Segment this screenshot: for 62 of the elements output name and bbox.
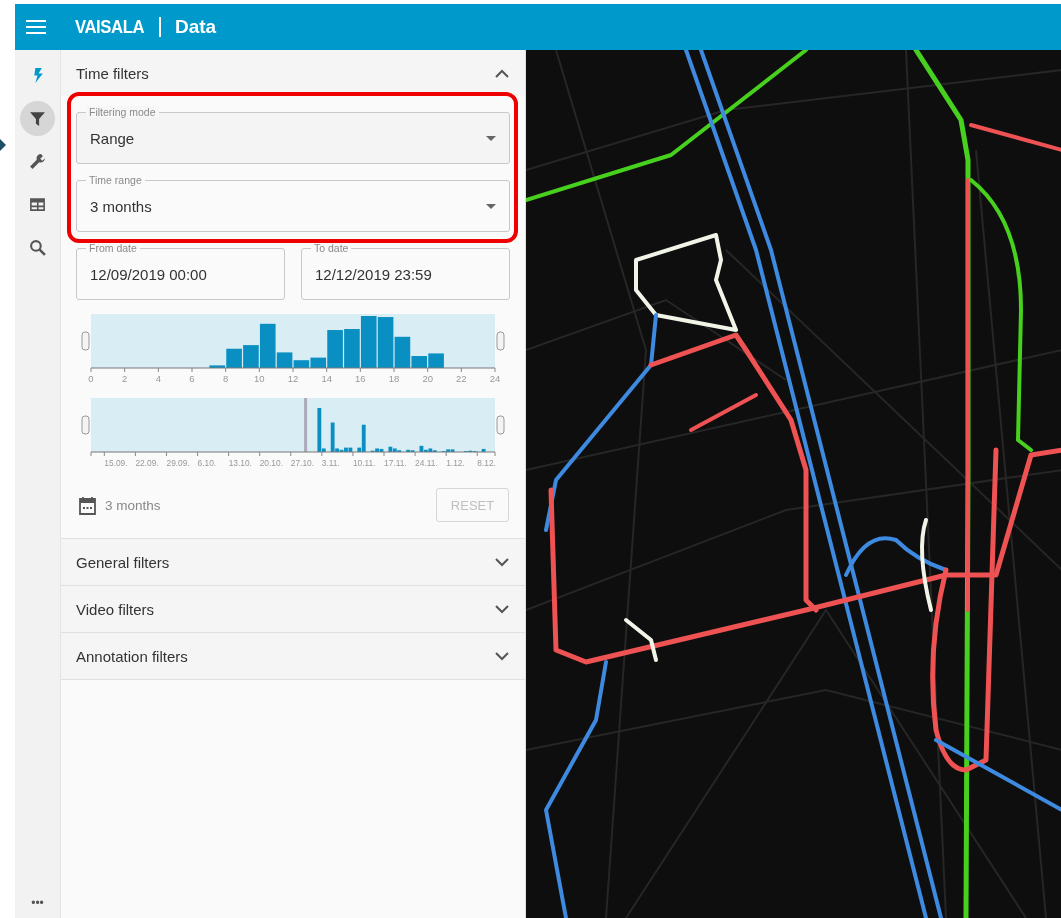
range-marker [304, 398, 308, 452]
axis-label: 22.09. [135, 458, 159, 468]
dropdown-icon [486, 136, 496, 141]
axis-label: 20 [422, 373, 433, 384]
field-label: Filtering mode [86, 106, 159, 118]
axis-label: 1.12. [446, 458, 465, 468]
axis-label: 6 [189, 373, 195, 384]
calendar-icon [79, 495, 96, 515]
pointer-arrow [0, 139, 6, 151]
axis-label: 15.09. [104, 458, 128, 468]
route-map-drawing[interactable] [526, 50, 1061, 918]
range-handle[interactable] [496, 415, 505, 435]
axis-label: 13.10. [228, 458, 252, 468]
axis-label: 10 [254, 373, 265, 384]
axis-label: 22 [456, 373, 467, 384]
axis-label: 16 [355, 373, 366, 384]
field-value: 3 months [90, 197, 152, 215]
axis-label: 10.11. [352, 458, 376, 468]
dropdown-icon [486, 204, 496, 209]
axis-label: 17.11. [384, 458, 407, 468]
axis-label: 24.11. [415, 458, 438, 468]
field-value: 12/09/2019 00:00 [90, 265, 207, 283]
search-icon [29, 239, 46, 256]
chevron-down-icon [495, 604, 509, 614]
menu-icon[interactable] [26, 19, 46, 35]
axis-label: 4 [155, 373, 161, 384]
axis-label: 14 [321, 373, 332, 384]
range-handle[interactable] [81, 415, 90, 435]
chevron-down-icon [495, 557, 509, 567]
range-handle[interactable] [496, 331, 505, 351]
range-summary: 3 months [105, 497, 161, 513]
section-header[interactable]: Annotation filters [61, 633, 525, 679]
table-icon [29, 196, 46, 213]
sidebar-item[interactable] [20, 101, 55, 136]
axis-label: 27.10. [290, 458, 315, 468]
axis-label: 6.10. [197, 458, 217, 468]
section-header[interactable]: Video filters [61, 586, 525, 632]
wrench-icon [29, 153, 46, 170]
axis-label: 24 [489, 373, 501, 384]
axis-label: 18 [388, 373, 400, 384]
field-value: Range [90, 129, 135, 147]
histogram-bar [344, 329, 360, 368]
more-menu[interactable]: ••• [31, 896, 44, 910]
section-header[interactable]: General filters [61, 539, 525, 585]
page-title: Data [175, 16, 217, 38]
chevron-up-icon [495, 68, 509, 78]
filter-icon [29, 110, 46, 127]
field-value: 12/12/2019 23:59 [315, 265, 432, 283]
axis-label: 29.09. [166, 458, 190, 468]
chevron-down-icon [495, 651, 509, 661]
axis-label: 3.11. [321, 458, 340, 468]
section-header[interactable]: Time filters [61, 50, 525, 96]
axis-label: 0 [88, 373, 94, 384]
axis-label: 8 [223, 373, 229, 384]
axis-label: 12 [287, 373, 299, 384]
range-handle[interactable] [81, 331, 90, 351]
field-label: Time range [86, 174, 145, 186]
logo: VAISALA [75, 16, 145, 38]
histogram-bar [481, 448, 486, 452]
axis-label: 2 [122, 373, 128, 384]
axis-label: 20.10. [259, 458, 283, 468]
axis-label: 8.12. [477, 458, 496, 468]
